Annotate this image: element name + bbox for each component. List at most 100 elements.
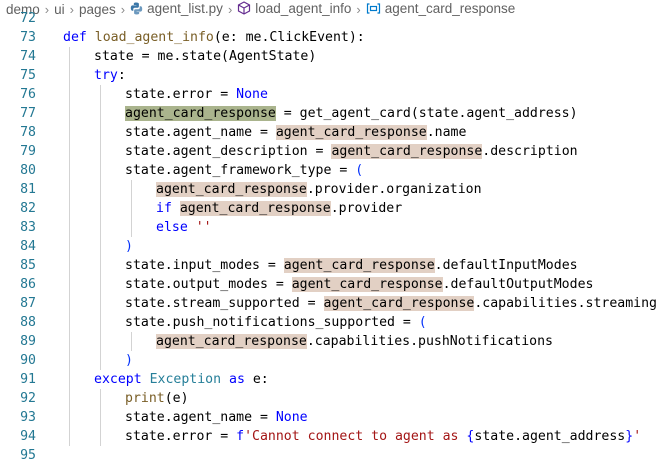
indent-guide	[69, 389, 70, 408]
code-token: state.agent_description =	[125, 144, 332, 159]
code-text: state.agent_description = agent_card_res…	[125, 142, 578, 161]
line-number: 92	[20, 391, 36, 406]
code-token: (e)	[164, 391, 189, 406]
code-token: state.agent_framework_type =	[125, 163, 356, 178]
code-token: )	[125, 239, 133, 254]
indent-guide	[69, 142, 70, 161]
code-text: state.output_modes = agent_card_response…	[125, 275, 593, 294]
symbol-highlight: agent_card_response	[156, 334, 307, 349]
code-line[interactable]: 72	[0, 9, 671, 28]
code-token: .capabilities.streaming	[474, 296, 657, 311]
code-line[interactable]: 94 state.error = f'Cannot connect to agen…	[0, 427, 671, 446]
code-line[interactable]: 84)	[0, 237, 671, 256]
code-token: state.stream_supported =	[125, 296, 324, 311]
code-token: )	[125, 353, 133, 368]
indent-guide	[100, 237, 101, 256]
line-number: 78	[20, 125, 36, 140]
line-number: 72	[20, 11, 36, 26]
code-token: ''	[195, 220, 212, 235]
code-text: try:	[94, 66, 126, 85]
code-text: )	[125, 351, 133, 370]
indent-guide	[100, 161, 101, 180]
indent-guide	[100, 275, 101, 294]
code-token: state.push_notifications_supported =	[125, 315, 419, 330]
code-token: None	[236, 87, 268, 102]
code-line[interactable]: 87 state.stream_supported = agent_card_re…	[0, 294, 671, 313]
code-line[interactable]: 75 try:	[0, 66, 671, 85]
indent-guide	[100, 408, 101, 427]
code-token: = get_agent_card(state.agent_address)	[275, 106, 578, 121]
indent-guide	[69, 256, 70, 275]
symbol-highlight: agent_card_response	[156, 182, 307, 197]
code-text: state.push_notifications_supported = (	[125, 313, 427, 332]
code-text: def load_agent_info(e: me.ClickEvent):	[63, 28, 365, 47]
code-token: .name	[426, 125, 467, 140]
indent-guide	[131, 180, 132, 199]
code-text: state.stream_supported = agent_card_resp…	[125, 294, 657, 313]
code-line[interactable]: 77 agent_card_response = get_agent_card(s…	[0, 104, 671, 123]
code-token: else	[156, 220, 188, 235]
code-line[interactable]: 83 else ''	[0, 218, 671, 237]
code-text: state.error = None	[125, 85, 268, 104]
code-token: state = me.state(AgentState)	[94, 49, 317, 64]
code-token: .provider	[330, 201, 403, 216]
indent-guide	[69, 313, 70, 332]
code-token: (e: me.ClickEvent):	[213, 30, 365, 45]
code-line[interactable]: 91 except Exception as e:	[0, 370, 671, 389]
indent-guide	[100, 104, 101, 123]
code-text: agent_card_response.provider.organizatio…	[156, 180, 482, 199]
code-text: else ''	[156, 218, 212, 237]
code-line[interactable]: 88 state.push_notifications_supported = (	[0, 313, 671, 332]
symbol-highlight: agent_card_response	[275, 125, 427, 140]
code-line[interactable]: 86 state.output_modes = agent_card_respon…	[0, 275, 671, 294]
indent-guide	[69, 427, 70, 446]
line-number: 85	[20, 258, 36, 273]
code-line[interactable]: 81 agent_card_response.provider.organizat…	[0, 180, 671, 199]
code-token: (	[418, 315, 427, 330]
code-token: load_agent_info	[94, 30, 214, 45]
indent-guide	[100, 199, 101, 218]
code-text: state.agent_name = agent_card_response.n…	[125, 123, 466, 142]
code-line[interactable]: 93 state.agent_name = None	[0, 408, 671, 427]
indent-guide	[100, 256, 101, 275]
indent-guide	[69, 180, 70, 199]
symbol-highlight: agent_card_response	[283, 258, 435, 273]
code-token: try	[94, 68, 118, 83]
code-editor[interactable]: 72 73 def load_agent_info(e: me.ClickEvent…	[0, 11, 671, 463]
code-line[interactable]: 85 state.input_modes = agent_card_respons…	[0, 256, 671, 275]
code-text: agent_card_response.capabilities.pushNot…	[156, 332, 553, 351]
code-line[interactable]: 80 state.agent_framework_type = (	[0, 161, 671, 180]
code-line[interactable]: 74 state = me.state(AgentState)	[0, 47, 671, 66]
code-line[interactable]: 78 state.agent_name = agent_card_response…	[0, 123, 671, 142]
code-line[interactable]: 73 def load_agent_info(e: me.ClickEvent):	[0, 28, 671, 47]
code-line[interactable]: 82 if agent_card_response.provider	[0, 199, 671, 218]
code-token: if	[156, 201, 172, 216]
symbol-highlight: agent_card_response	[291, 277, 443, 292]
symbol-highlight: agent_card_response	[125, 106, 276, 121]
code-text: print(e)	[125, 389, 189, 408]
code-line[interactable]: 89 agent_card_response.capabilities.pushN…	[0, 332, 671, 351]
code-text: state.agent_framework_type = (	[125, 161, 363, 180]
code-token: .description	[482, 144, 578, 159]
line-number: 89	[20, 334, 36, 349]
code-line[interactable]: 95	[0, 446, 671, 465]
indent-guide	[100, 332, 101, 351]
indent-guide	[69, 332, 70, 351]
code-token: .capabilities.pushNotifications	[306, 334, 553, 349]
line-number: 86	[20, 277, 36, 292]
indent-guide	[69, 351, 70, 370]
indent-guide	[69, 237, 70, 256]
line-number: 84	[20, 239, 36, 254]
code-line[interactable]: 79 state.agent_description = agent_card_r…	[0, 142, 671, 161]
code-line[interactable]: 92 print(e)	[0, 389, 671, 408]
line-number: 81	[20, 182, 36, 197]
symbol-highlight: agent_card_response	[179, 201, 331, 216]
code-token: e:	[244, 372, 269, 387]
symbol-highlight: agent_card_response	[331, 144, 483, 159]
line-number: 93	[20, 410, 36, 425]
code-text: state.input_modes = agent_card_response.…	[125, 256, 578, 275]
code-line[interactable]: 90)	[0, 351, 671, 370]
code-line[interactable]: 76 state.error = None	[0, 85, 671, 104]
code-token: .defaultOutputModes	[442, 277, 594, 292]
